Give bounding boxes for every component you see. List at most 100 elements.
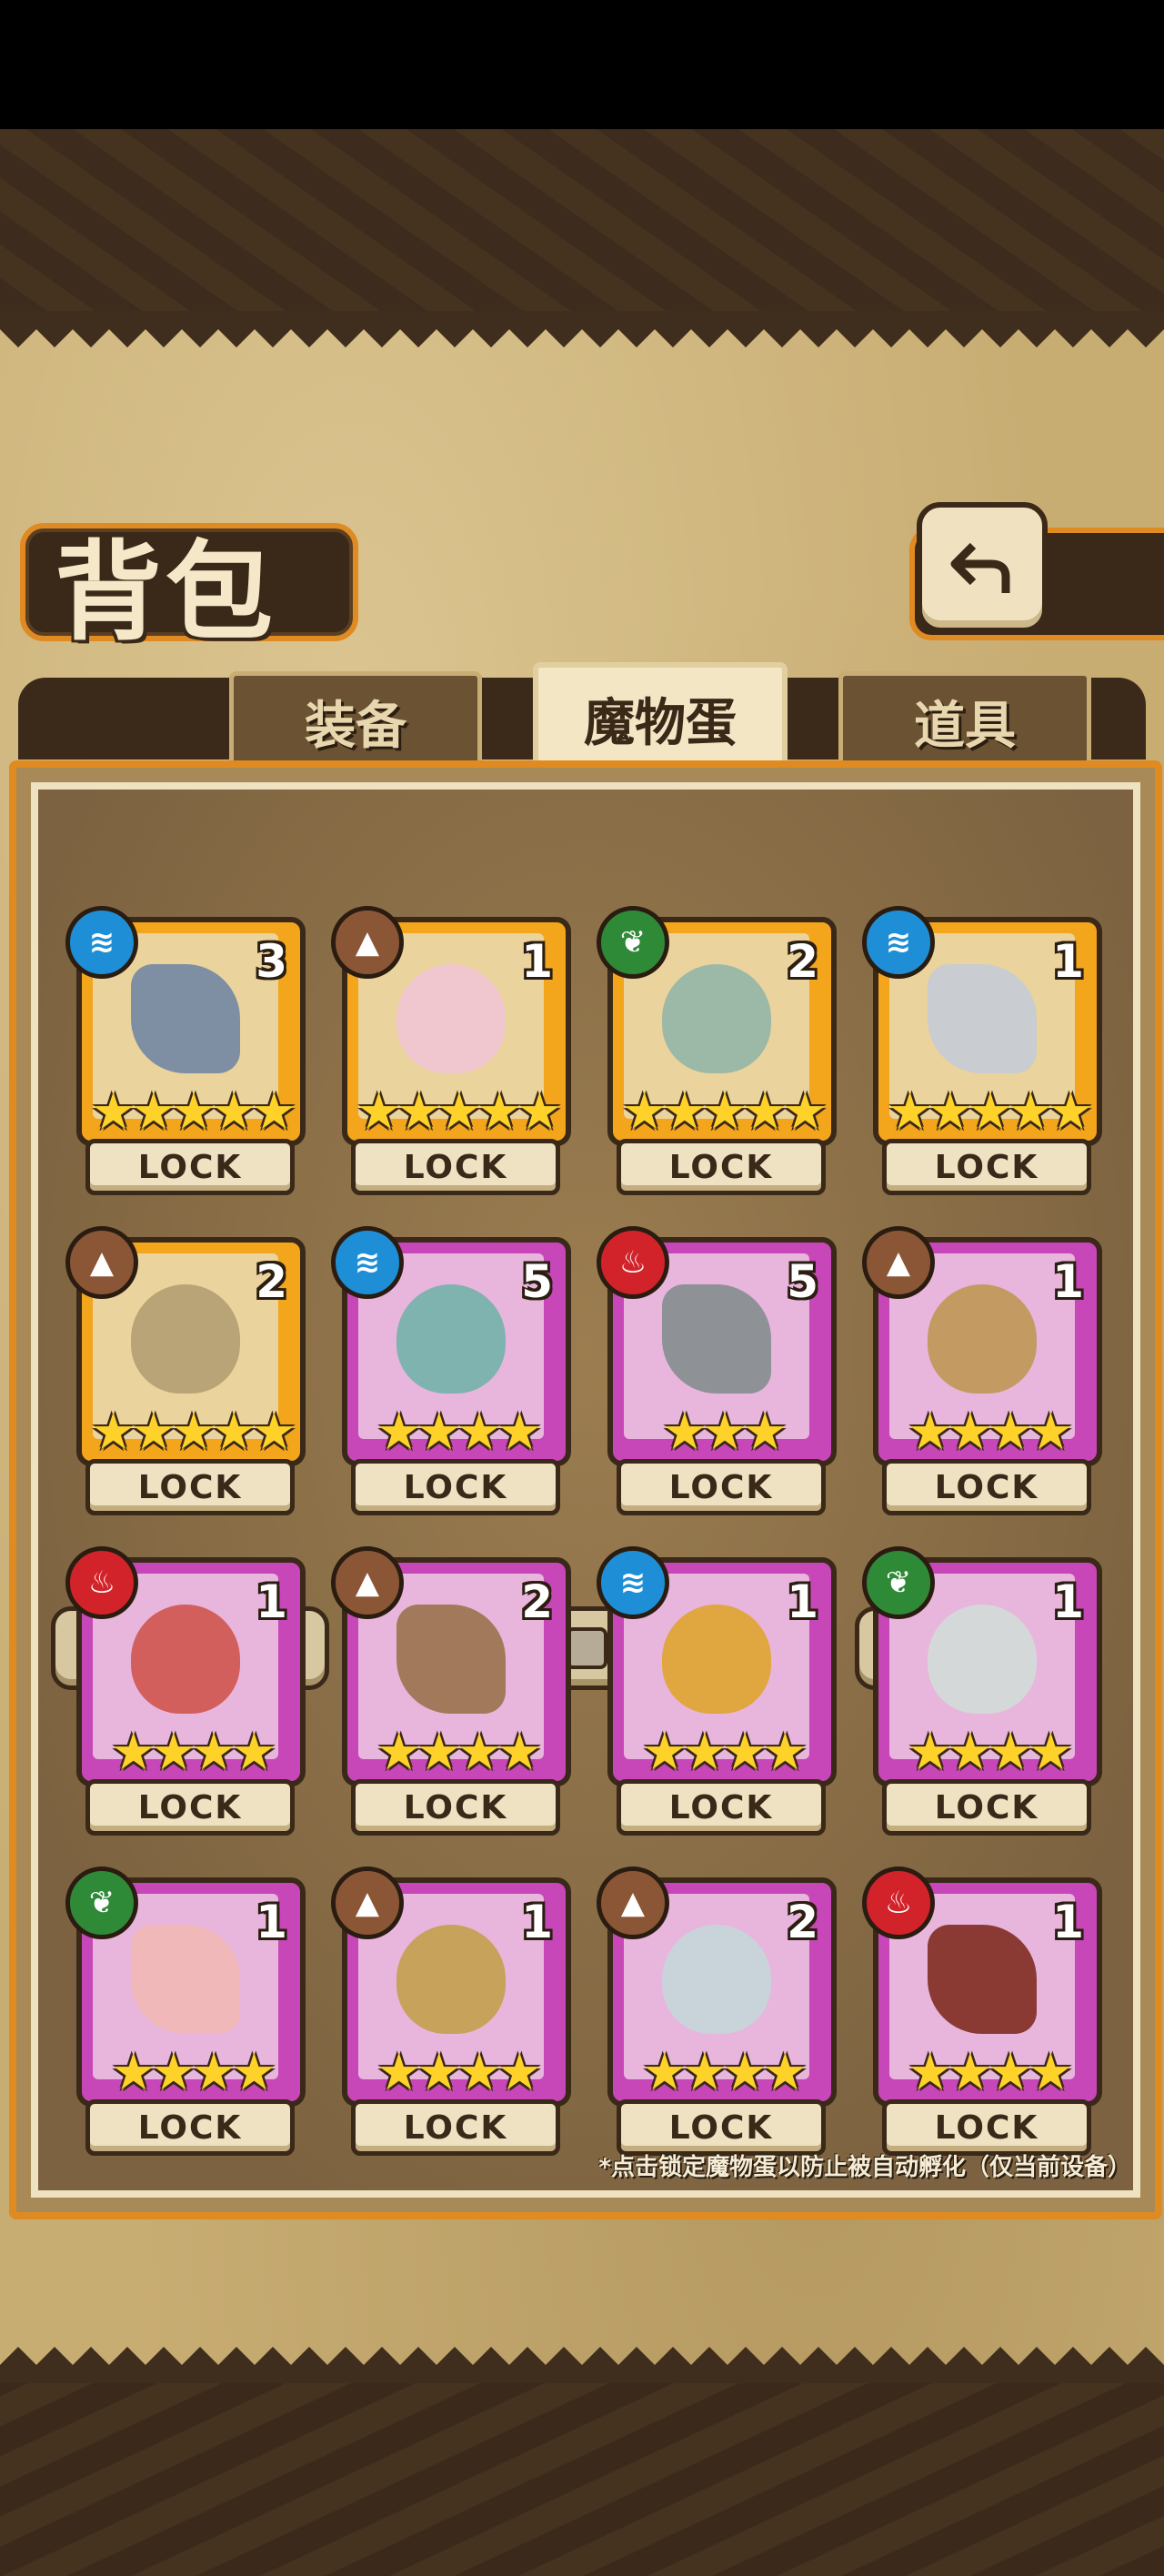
lock-button[interactable]: LOCK bbox=[882, 1459, 1091, 1515]
egg-card[interactable]: 1 ★★★★ ♨ LOCK bbox=[862, 1867, 1102, 2156]
egg-card[interactable]: 1 ★★★★★ ▲ LOCK bbox=[331, 906, 571, 1195]
star-rating: ★★★★ bbox=[641, 2043, 808, 2102]
lock-button[interactable]: LOCK bbox=[351, 1139, 560, 1195]
egg-card[interactable]: 1 ★★★★ ≋ LOCK bbox=[597, 1546, 837, 1836]
egg-count: 1 bbox=[1052, 1896, 1084, 1948]
wood-element-icon: ❦ bbox=[862, 1546, 935, 1619]
egg-count: 1 bbox=[787, 1575, 818, 1628]
tab-equipment[interactable]: 装备 bbox=[229, 671, 482, 771]
lock-button[interactable]: LOCK bbox=[617, 1139, 826, 1195]
fire-element-icon: ♨ bbox=[862, 1867, 935, 1939]
star-rating: ★★★★ bbox=[376, 1403, 543, 1462]
egg-icon bbox=[131, 1284, 240, 1394]
egg-count: 2 bbox=[787, 1896, 818, 1948]
lock-button[interactable]: LOCK bbox=[882, 1779, 1091, 1836]
star-rating: ★★★★ bbox=[907, 2043, 1074, 2102]
star-rating: ★★★★ bbox=[907, 1403, 1074, 1462]
egg-count: 5 bbox=[787, 1255, 818, 1308]
lock-button[interactable]: LOCK bbox=[351, 2099, 560, 2156]
egg-count: 5 bbox=[521, 1255, 553, 1308]
earth-element-icon: ▲ bbox=[65, 1226, 138, 1299]
lock-button[interactable]: LOCK bbox=[351, 1459, 560, 1515]
tab-items[interactable]: 道具 bbox=[838, 671, 1091, 771]
lock-button[interactable]: LOCK bbox=[85, 1139, 295, 1195]
egg-card[interactable]: 2 ★★★★★ ❦ LOCK bbox=[597, 906, 837, 1195]
egg-icon bbox=[131, 1925, 240, 2034]
earth-element-icon: ▲ bbox=[331, 1867, 404, 1939]
egg-card[interactable]: 2 ★★★★★ ▲ LOCK bbox=[65, 1226, 306, 1515]
earth-element-icon: ▲ bbox=[862, 1226, 935, 1299]
water-element-icon: ≋ bbox=[65, 906, 138, 979]
zigzag-edge-bottom bbox=[0, 2347, 1164, 2383]
lock-button[interactable]: LOCK bbox=[351, 1779, 560, 1836]
egg-card[interactable]: 2 ★★★★ ▲ LOCK bbox=[597, 1867, 837, 2156]
tab-items-label: 道具 bbox=[914, 696, 1016, 756]
page-title: 背包 bbox=[55, 528, 277, 655]
egg-card[interactable]: 1 ★★★★ ▲ LOCK bbox=[331, 1867, 571, 2156]
auto-hatch-note: *点击锁定魔物蛋以防止被自动孵化（仅当前设备） bbox=[598, 2154, 1131, 2181]
egg-count: 2 bbox=[521, 1575, 553, 1628]
tab-equipment-label: 装备 bbox=[305, 696, 406, 756]
star-rating: ★★★★ bbox=[907, 1723, 1074, 1782]
lock-button[interactable]: LOCK bbox=[85, 1779, 295, 1836]
egg-count: 1 bbox=[1052, 935, 1084, 988]
water-element-icon: ≋ bbox=[862, 906, 935, 979]
egg-card[interactable]: 5 ★★★★ ≋ LOCK bbox=[331, 1226, 571, 1515]
egg-count: 1 bbox=[256, 1575, 287, 1628]
egg-icon bbox=[662, 1284, 771, 1394]
lock-button[interactable]: LOCK bbox=[85, 1459, 295, 1515]
egg-card[interactable]: 3 ★★★★★ ≋ LOCK bbox=[65, 906, 306, 1195]
egg-icon bbox=[662, 1605, 771, 1714]
egg-icon bbox=[928, 964, 1037, 1073]
zigzag-edge-top bbox=[0, 311, 1164, 347]
egg-card[interactable]: 5 ★★★ ♨ LOCK bbox=[597, 1226, 837, 1515]
earth-element-icon: ▲ bbox=[331, 1546, 404, 1619]
egg-icon bbox=[662, 964, 771, 1073]
star-rating: ★★★★★ bbox=[621, 1082, 828, 1142]
egg-count: 1 bbox=[521, 1896, 553, 1948]
star-rating: ★★★★★ bbox=[887, 1082, 1093, 1142]
earth-element-icon: ▲ bbox=[597, 1867, 669, 1939]
egg-count: 2 bbox=[256, 1255, 287, 1308]
tab-monster-eggs[interactable]: 魔物蛋 bbox=[533, 662, 788, 775]
star-rating: ★★★★ bbox=[376, 1723, 543, 1782]
lock-button[interactable]: LOCK bbox=[882, 1139, 1091, 1195]
star-rating: ★★★★ bbox=[110, 2043, 277, 2102]
egg-count: 1 bbox=[1052, 1255, 1084, 1308]
egg-count: 1 bbox=[1052, 1575, 1084, 1628]
egg-icon bbox=[928, 1925, 1037, 2034]
star-rating: ★★★★ bbox=[110, 1723, 277, 1782]
earth-element-icon: ▲ bbox=[331, 906, 404, 979]
lock-button[interactable]: LOCK bbox=[882, 2099, 1091, 2156]
egg-card[interactable]: 1 ★★★★ ♨ LOCK bbox=[65, 1546, 306, 1836]
lock-button[interactable]: LOCK bbox=[617, 1459, 826, 1515]
star-rating: ★★★★ bbox=[376, 2043, 543, 2102]
egg-icon bbox=[396, 1605, 506, 1714]
lock-button[interactable]: LOCK bbox=[85, 2099, 295, 2156]
back-button[interactable] bbox=[917, 502, 1048, 633]
egg-card[interactable]: 1 ★★★★★ ≋ LOCK bbox=[862, 906, 1102, 1195]
egg-count: 2 bbox=[787, 935, 818, 988]
egg-card[interactable]: 1 ★★★★ ❦ LOCK bbox=[862, 1546, 1102, 1836]
egg-icon bbox=[396, 1925, 506, 2034]
egg-icon bbox=[928, 1284, 1037, 1394]
egg-count: 1 bbox=[256, 1896, 287, 1948]
map-background-bottom bbox=[0, 2383, 1164, 2576]
wood-element-icon: ❦ bbox=[597, 906, 669, 979]
wood-element-icon: ❦ bbox=[65, 1867, 138, 1939]
lock-button[interactable]: LOCK bbox=[617, 2099, 826, 2156]
tab-monster-eggs-label: 魔物蛋 bbox=[584, 693, 737, 753]
egg-card[interactable]: 2 ★★★★ ▲ LOCK bbox=[331, 1546, 571, 1836]
gray-swatch bbox=[566, 1627, 607, 1669]
egg-icon bbox=[928, 1605, 1037, 1714]
star-rating: ★★★ bbox=[661, 1403, 788, 1462]
egg-icon bbox=[396, 1284, 506, 1394]
lock-button[interactable]: LOCK bbox=[617, 1779, 826, 1836]
fire-element-icon: ♨ bbox=[597, 1226, 669, 1299]
egg-icon bbox=[396, 964, 506, 1073]
egg-card[interactable]: 1 ★★★★ ▲ LOCK bbox=[862, 1226, 1102, 1515]
egg-count: 1 bbox=[521, 935, 553, 988]
egg-card[interactable]: 1 ★★★★ ❦ LOCK bbox=[65, 1867, 306, 2156]
egg-count: 3 bbox=[256, 935, 287, 988]
star-rating: ★★★★★ bbox=[90, 1082, 296, 1142]
